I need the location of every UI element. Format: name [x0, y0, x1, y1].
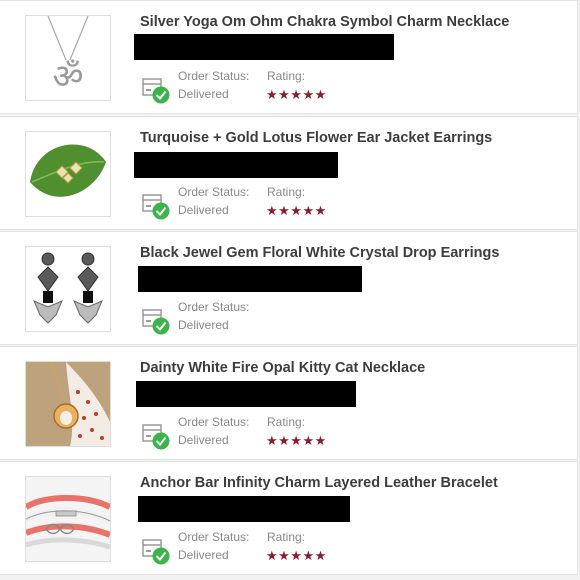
rating-stars[interactable]: ★★★★★	[266, 548, 327, 564]
order-status-label: Order Status:	[178, 185, 250, 199]
product-thumbnail[interactable]	[25, 246, 111, 332]
delivered-box-check-icon	[141, 306, 171, 336]
order-card[interactable]: Turquoise + Gold Lotus Flower Ear Jacket…	[0, 116, 578, 230]
product-title[interactable]: Anchor Bar Infinity Charm Layered Leathe…	[140, 475, 570, 491]
redacted-block	[138, 496, 350, 522]
order-card[interactable]: ॐ Silver Yoga Om Ohm Chakra Symbol Charm…	[0, 0, 578, 114]
rating-stars[interactable]: ★★★★★	[266, 87, 327, 103]
product-thumbnail[interactable]	[25, 131, 111, 217]
order-status-value: Delivered	[178, 318, 229, 332]
delivered-box-check-icon	[141, 536, 171, 566]
rating-label: Rating:	[267, 185, 306, 199]
redacted-block	[134, 152, 338, 178]
rating-label: Rating:	[267, 69, 306, 83]
product-title[interactable]: Turquoise + Gold Lotus Flower Ear Jacket…	[140, 130, 570, 146]
product-title[interactable]: Silver Yoga Om Ohm Chakra Symbol Charm N…	[140, 14, 570, 30]
order-card[interactable]: Black Jewel Gem Floral White Crystal Dro…	[0, 231, 578, 345]
rating-stars[interactable]: ★★★★★	[266, 433, 327, 449]
product-title[interactable]: Dainty White Fire Opal Kitty Cat Necklac…	[140, 360, 570, 376]
redacted-block	[136, 381, 356, 407]
order-card[interactable]: Dainty White Fire Opal Kitty Cat Necklac…	[0, 346, 578, 460]
rating-label: Rating:	[267, 415, 306, 429]
order-status-label: Order Status:	[178, 530, 250, 544]
order-status-label: Order Status:	[178, 415, 250, 429]
order-list: ॐ Silver Yoga Om Ohm Chakra Symbol Charm…	[0, 0, 580, 580]
rating-stars[interactable]: ★★★★★	[266, 203, 327, 219]
redacted-block	[134, 34, 394, 60]
product-thumbnail[interactable]: ॐ	[25, 15, 111, 101]
delivered-box-check-icon	[141, 75, 171, 105]
order-status-value: Delivered	[178, 203, 229, 217]
order-card[interactable]: Anchor Bar Infinity Charm Layered Leathe…	[0, 461, 578, 575]
product-thumbnail[interactable]	[25, 476, 111, 562]
order-status-value: Delivered	[178, 433, 229, 447]
delivered-box-check-icon	[141, 421, 171, 451]
product-thumbnail[interactable]	[25, 361, 111, 447]
rating-label: Rating:	[267, 530, 306, 544]
svg-text:ॐ: ॐ	[52, 57, 83, 97]
redacted-block	[138, 266, 362, 292]
delivered-box-check-icon	[141, 191, 171, 221]
order-status-value: Delivered	[178, 548, 229, 562]
order-status-value: Delivered	[178, 87, 229, 101]
order-status-label: Order Status:	[178, 69, 250, 83]
product-title[interactable]: Black Jewel Gem Floral White Crystal Dro…	[140, 245, 570, 261]
order-status-label: Order Status:	[178, 300, 250, 314]
